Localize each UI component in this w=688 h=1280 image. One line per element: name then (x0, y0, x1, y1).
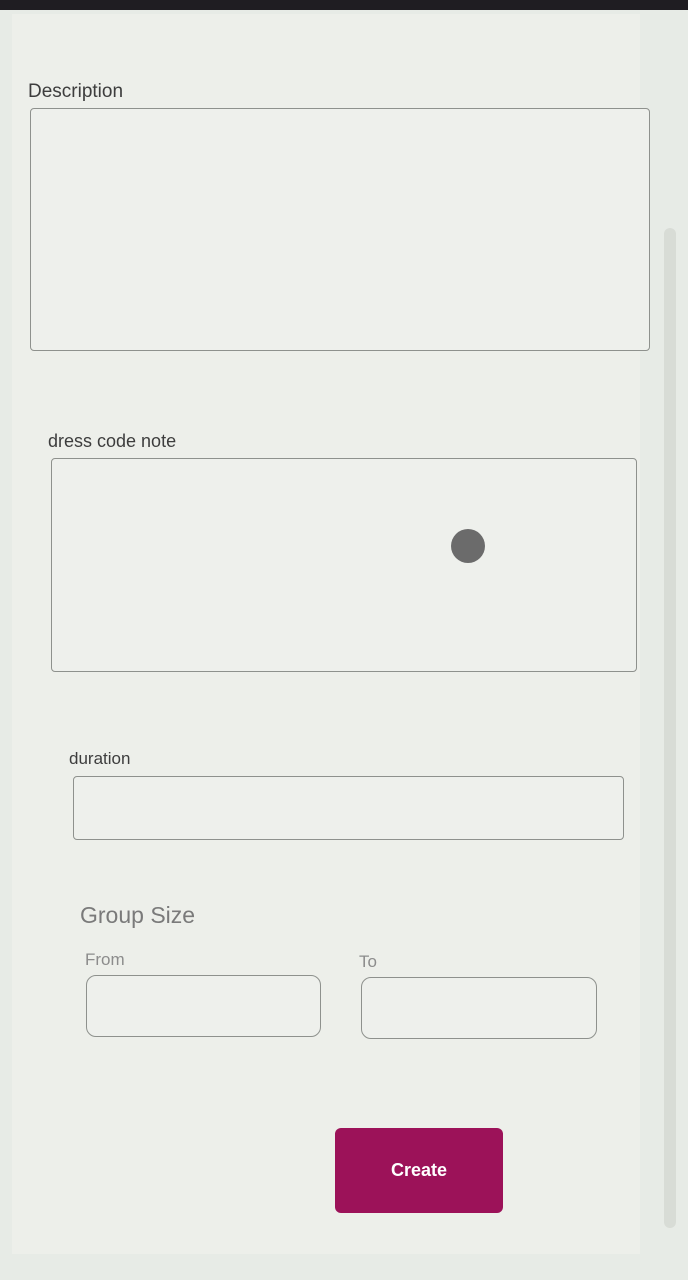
description-label: Description (28, 81, 124, 102)
scrollbar[interactable] (664, 228, 676, 1228)
pointer-cursor-icon (451, 529, 485, 563)
group-size-from-field[interactable] (86, 975, 321, 1037)
group-size-to-field[interactable] (361, 977, 597, 1039)
dress-code-note-label: dress code note (48, 431, 177, 451)
create-button[interactable]: Create (335, 1128, 503, 1213)
duration-label: duration (69, 749, 131, 768)
group-size-to-label: To (359, 952, 377, 971)
group-size-heading: Group Size (80, 902, 196, 928)
window-top-bar (0, 0, 688, 10)
dress-code-note-field[interactable] (51, 458, 637, 672)
description-field[interactable] (30, 108, 650, 351)
group-size-from-label: From (85, 950, 125, 969)
duration-field[interactable] (73, 776, 624, 840)
